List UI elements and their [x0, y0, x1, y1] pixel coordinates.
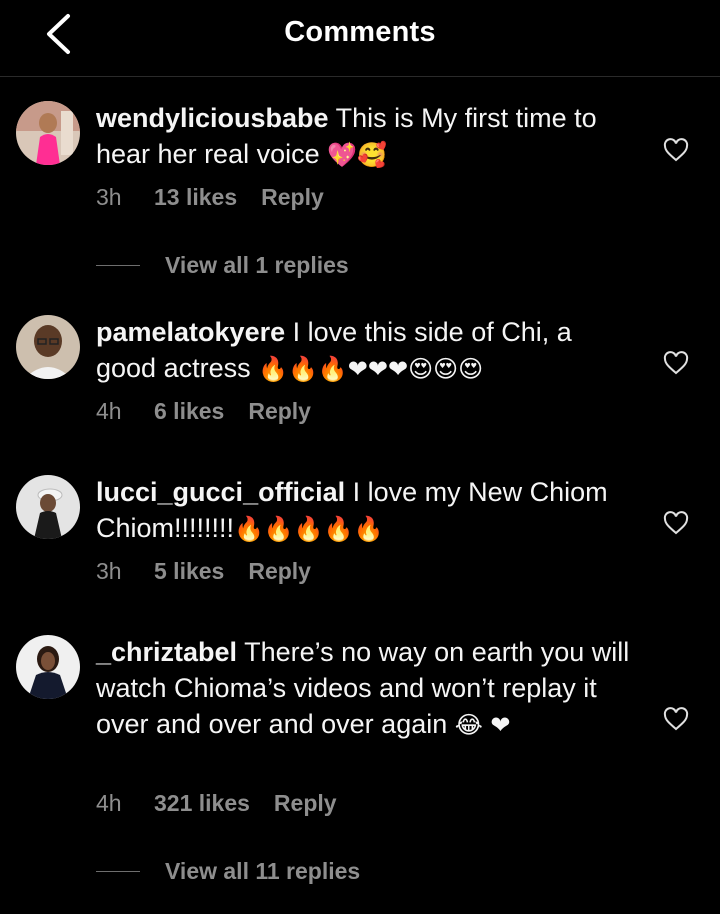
comment-likes[interactable]: 321 likes: [154, 790, 250, 817]
comment-username[interactable]: pamelatokyere: [96, 317, 285, 347]
like-heart-icon[interactable]: [663, 511, 689, 535]
comment-time: 4h: [96, 790, 122, 816]
like-heart-icon[interactable]: [663, 707, 689, 731]
view-replies-label: View all 11 replies: [165, 858, 361, 884]
avatar[interactable]: [16, 475, 80, 539]
divider: [96, 265, 140, 266]
comment-emojis: 😂 ❤: [454, 711, 511, 739]
comment-username[interactable]: _chriztabel: [96, 637, 237, 667]
comment-text: lucci_gucci_official I love my New Chiom…: [96, 474, 636, 547]
comment-emojis: 🔥🔥🔥❤❤❤😍😍😍: [258, 355, 484, 383]
comment-time: 3h: [96, 558, 122, 584]
reply-button[interactable]: Reply: [248, 398, 311, 425]
header-bar: Comments: [0, 0, 720, 77]
reply-button[interactable]: Reply: [274, 790, 337, 817]
comment-username[interactable]: lucci_gucci_official: [96, 477, 345, 507]
comment-meta: 3h 13 likes Reply: [96, 184, 324, 211]
comment-likes[interactable]: 5 likes: [154, 558, 224, 585]
comment-likes[interactable]: 13 likes: [154, 184, 237, 211]
comment-username[interactable]: wendyliciousbabe: [96, 103, 329, 133]
comment-emojis: 💖🥰: [327, 141, 387, 169]
comment-text: _chriztabel There’s no way on earth you …: [96, 634, 636, 743]
comment-text: pamelatokyere I love this side of Chi, a…: [96, 314, 636, 387]
comment-text: wendyliciousbabe This is My first time t…: [96, 100, 636, 173]
reply-button[interactable]: Reply: [248, 558, 311, 585]
comment-time: 4h: [96, 398, 122, 424]
comment-emojis: 🔥🔥🔥🔥🔥: [234, 515, 384, 543]
like-heart-icon[interactable]: [663, 138, 689, 162]
comment-meta: 4h 321 likes Reply: [96, 790, 337, 817]
comment-meta: 4h 6 likes Reply: [96, 398, 311, 425]
view-replies-button[interactable]: View all 1 replies: [96, 252, 349, 279]
comment-likes[interactable]: 6 likes: [154, 398, 224, 425]
avatar[interactable]: [16, 635, 80, 699]
page-title: Comments: [284, 16, 436, 48]
divider: [96, 871, 140, 872]
comment-time: 3h: [96, 184, 122, 210]
view-replies-button[interactable]: View all 11 replies: [96, 858, 360, 885]
like-heart-icon[interactable]: [663, 351, 689, 375]
view-replies-label: View all 1 replies: [165, 252, 349, 278]
avatar[interactable]: [16, 315, 80, 379]
comment-meta: 3h 5 likes Reply: [96, 558, 311, 585]
avatar[interactable]: [16, 101, 80, 165]
reply-button[interactable]: Reply: [261, 184, 324, 211]
